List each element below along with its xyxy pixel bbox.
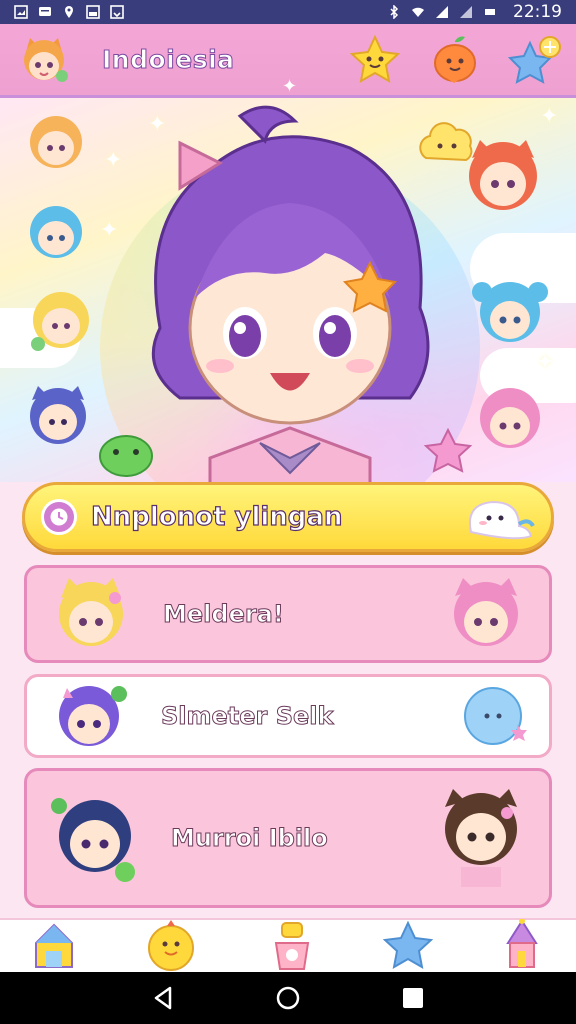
sparkle-icon: ✦ bbox=[282, 76, 298, 97]
list-item-label: Murroi Ibilo bbox=[171, 824, 329, 853]
location-icon bbox=[65, 6, 73, 18]
yellow-cat-girl-avatar bbox=[59, 578, 123, 646]
list-item-label: Meldera! bbox=[163, 600, 285, 629]
blue-twin-bun-mini-avatar bbox=[472, 282, 548, 342]
orange-hair-mini-avatar bbox=[30, 116, 82, 168]
pink-hair-mini-avatar bbox=[480, 388, 540, 448]
wifi-icon bbox=[412, 7, 424, 17]
list-item[interactable]: Meldera! bbox=[24, 565, 552, 663]
header-title: Indoiesia bbox=[102, 45, 235, 75]
fruit-icon[interactable] bbox=[428, 33, 482, 87]
primary-cta-button[interactable]: Nnplonot ylingan bbox=[22, 482, 554, 552]
back-icon[interactable] bbox=[150, 985, 176, 1011]
download-icon bbox=[110, 5, 124, 19]
recents-icon[interactable] bbox=[400, 985, 426, 1011]
tower-icon[interactable] bbox=[500, 919, 544, 973]
home-icon[interactable] bbox=[275, 985, 301, 1011]
list-item[interactable]: Slmeter Selk bbox=[24, 674, 552, 758]
status-left-icons bbox=[14, 5, 124, 19]
bluetooth-icon bbox=[390, 5, 399, 19]
image-icon bbox=[14, 5, 28, 19]
system-nav-bar bbox=[0, 972, 576, 1024]
profile-avatar[interactable] bbox=[14, 30, 74, 90]
pink-star-icon bbox=[423, 428, 473, 473]
red-cat-mini-avatar bbox=[469, 140, 537, 210]
list-item-label: Slmeter Selk bbox=[161, 702, 334, 731]
pink-cat-girl-avatar bbox=[454, 578, 518, 646]
sparkle-icon: ✦ bbox=[100, 218, 119, 243]
star-icon[interactable] bbox=[348, 33, 402, 87]
clock: 22:19 bbox=[513, 2, 562, 22]
header-actions bbox=[348, 33, 562, 87]
message-icon bbox=[39, 7, 51, 16]
clock-badge-icon bbox=[41, 499, 77, 535]
chick-icon[interactable] bbox=[141, 920, 203, 972]
ghost-mascot-icon bbox=[469, 500, 535, 540]
green-frog-icon bbox=[99, 435, 153, 477]
clock-icon bbox=[50, 508, 68, 526]
blue-bubble-icon bbox=[464, 687, 527, 745]
trophy-icon[interactable] bbox=[268, 919, 316, 973]
status-right-icons: 22:19 bbox=[387, 2, 562, 22]
network-icon bbox=[485, 9, 495, 15]
star-badge-icon[interactable] bbox=[508, 33, 562, 87]
cta-label: Nnplonot ylingan bbox=[90, 501, 343, 532]
star-icon[interactable] bbox=[381, 919, 435, 973]
purple-hair-avatar bbox=[59, 686, 127, 746]
main-character-illustration bbox=[151, 105, 430, 482]
signal-icon-2 bbox=[460, 6, 472, 18]
list-item[interactable]: Murroi Ibilo bbox=[24, 768, 552, 908]
orange-cat-avatar-icon bbox=[24, 37, 68, 82]
signal-icon bbox=[436, 6, 448, 18]
brown-hair-avatar bbox=[445, 789, 517, 887]
blonde-hair-mini-avatar bbox=[31, 292, 89, 351]
header: Indoiesia ✦ bbox=[0, 24, 576, 98]
status-bar: 22:19 bbox=[0, 0, 576, 24]
hero-banner: ✦ ✦ ✦ ✦ ✦ bbox=[0, 98, 576, 482]
sparkle-icon: ✦ bbox=[540, 104, 559, 129]
blue-hair-mini-avatar bbox=[30, 206, 82, 258]
house-icon[interactable] bbox=[32, 921, 76, 971]
bottom-nav bbox=[0, 918, 576, 972]
navy-hair-avatar bbox=[51, 798, 135, 882]
gallery-icon bbox=[86, 5, 100, 19]
navy-cat-mini-avatar bbox=[30, 386, 86, 444]
